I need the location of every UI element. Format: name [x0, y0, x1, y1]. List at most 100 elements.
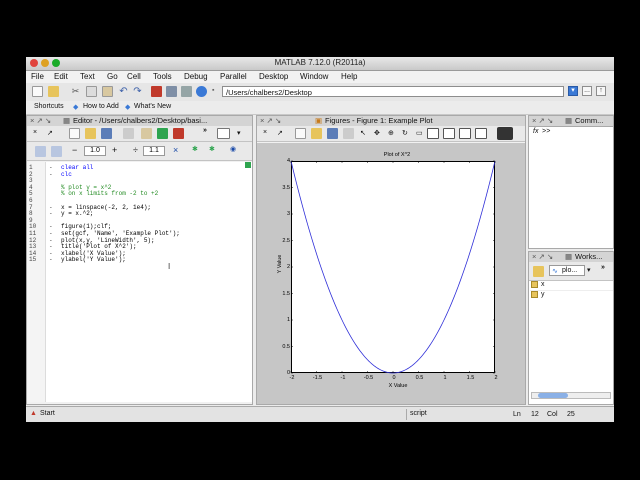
menu-edit[interactable]: Edit: [54, 72, 68, 81]
workspace-title: Works...: [575, 252, 603, 261]
plot-selector-dropdown-icon[interactable]: ▾: [587, 266, 591, 274]
line-number-15[interactable]: 15: [29, 256, 45, 263]
save-figure-icon[interactable]: [327, 128, 338, 139]
code-status-indicator: [245, 162, 251, 168]
folder-dropdown-button[interactable]: ▾: [568, 86, 578, 96]
cell-divide-button[interactable]: ÷: [133, 145, 138, 155]
title-bar: MATLAB 7.12.0 (R2011a): [26, 57, 614, 71]
workspace-row-x[interactable]: x: [530, 281, 613, 291]
pointer-icon[interactable]: ↖: [360, 129, 366, 137]
y-axis-label: Y Value: [277, 254, 283, 274]
breakpoint-marker[interactable]: -: [49, 171, 53, 178]
menu-file[interactable]: File: [31, 72, 44, 81]
cut-icon[interactable]: ✂: [70, 86, 81, 97]
command-prompt[interactable]: >>: [542, 128, 550, 136]
code-line[interactable]: y = x.^2;: [61, 210, 93, 217]
cell-value2-input[interactable]: 1.1: [143, 146, 165, 156]
tile-layout-1-icon[interactable]: [427, 128, 439, 139]
workspace-scroll-thumb[interactable]: [538, 393, 568, 398]
figure-panel-controls-icon[interactable]: × ↗ ↘: [260, 116, 281, 126]
browse-folder-button[interactable]: ...: [582, 86, 592, 96]
workspace-scrollbar[interactable]: [531, 392, 611, 399]
menu-desktop[interactable]: Desktop: [259, 72, 288, 81]
command-panel-controls-icon[interactable]: × ↗ ↘: [532, 116, 553, 126]
code-line[interactable]: % on x limits from -2 to +2: [61, 190, 158, 197]
stack-dropdown-icon[interactable]: ▾: [237, 129, 241, 137]
breakpoint-marker[interactable]: -: [49, 256, 53, 263]
breakpoint-marker[interactable]: -: [49, 210, 53, 217]
panel-controls-icon[interactable]: × ↗ ↘: [30, 116, 51, 126]
menu-tools[interactable]: Tools: [153, 72, 172, 81]
menu-help[interactable]: Help: [341, 72, 357, 81]
workspace-icon: ▦: [565, 252, 573, 261]
profiler-icon[interactable]: [181, 86, 192, 97]
stack-select[interactable]: [217, 128, 230, 139]
menu-go[interactable]: Go: [107, 72, 118, 81]
fx-icon[interactable]: fx: [533, 128, 538, 135]
undo-icon[interactable]: ↶: [118, 86, 129, 97]
start-button[interactable]: Start: [40, 410, 55, 417]
close-figure-icon[interactable]: ×: [263, 129, 267, 136]
undock-figure-icon[interactable]: ↗: [277, 129, 283, 137]
zoom-icon[interactable]: ⊕: [388, 129, 394, 137]
current-folder-input[interactable]: /Users/chalbers2/Desktop: [222, 86, 564, 97]
maximize-figure-icon[interactable]: [497, 127, 513, 140]
close-editor-icon[interactable]: ×: [33, 129, 37, 136]
whats-new-icon: ◆: [125, 104, 131, 111]
pan-icon[interactable]: ✥: [374, 129, 380, 137]
code-area[interactable]: 1- clear all 2- clc 3 4% plot y = x^2 5% on x …: [27, 162, 252, 402]
shortcuts-label[interactable]: Shortcuts: [34, 103, 64, 110]
plot-axes[interactable]: -2 -1.5 -1 -0.5 0 0.5 1 1.5 2 0 0.5 1 1.5 2 2.5 3 3.5 4: [282, 158, 497, 381]
save-icon[interactable]: [101, 128, 112, 139]
plot-selector[interactable]: ∿ plo...: [549, 265, 585, 276]
copy-icon[interactable]: [86, 86, 97, 97]
cell-mode-icon[interactable]: [35, 146, 46, 157]
x-tick-label: 1.5: [466, 375, 475, 381]
cell-help-icon[interactable]: ◉: [230, 145, 236, 153]
help-icon[interactable]: [196, 86, 207, 97]
workspace-more-icon[interactable]: »: [601, 264, 605, 271]
menu-parallel[interactable]: Parallel: [220, 72, 247, 81]
cell-value1-input[interactable]: 1.0: [84, 146, 106, 156]
tile-layout-3-icon[interactable]: [459, 128, 471, 139]
undock-icon[interactable]: ↗: [47, 129, 53, 137]
more-tools-icon[interactable]: »: [203, 127, 207, 134]
breakpoint-icon[interactable]: [173, 128, 184, 139]
menu-text[interactable]: Text: [80, 72, 95, 81]
print-figure-icon[interactable]: [343, 128, 354, 139]
guide-icon[interactable]: [166, 86, 177, 97]
find-icon[interactable]: [141, 128, 152, 139]
menu-debug[interactable]: Debug: [184, 72, 208, 81]
menu-cell[interactable]: Cell: [127, 72, 141, 81]
how-to-add-link[interactable]: How to Add: [83, 103, 119, 110]
open-folder-icon[interactable]: [48, 86, 59, 97]
new-figure-icon[interactable]: [295, 128, 306, 139]
new-variable-icon[interactable]: [533, 266, 544, 277]
code-line[interactable]: clc: [61, 171, 72, 178]
tile-layout-4-icon[interactable]: [475, 128, 487, 139]
workspace-row-y[interactable]: y: [530, 291, 613, 300]
up-folder-button[interactable]: ↑: [596, 86, 606, 96]
print-icon[interactable]: [123, 128, 134, 139]
whats-new-link[interactable]: What's New: [134, 103, 171, 110]
cell-action1-icon[interactable]: ✱: [192, 145, 198, 153]
new-file-icon[interactable]: [32, 86, 43, 97]
cell-decrement-button[interactable]: −: [72, 145, 77, 155]
run-icon[interactable]: [157, 128, 168, 139]
workspace-panel-controls-icon[interactable]: × ↗ ↘: [532, 252, 553, 262]
redo-icon[interactable]: ↷: [132, 86, 143, 97]
cell-increment-button[interactable]: +: [112, 145, 117, 155]
cell-multiply-button[interactable]: ×: [173, 145, 178, 155]
paste-icon[interactable]: [102, 86, 113, 97]
dock-icon[interactable]: ▭: [416, 129, 423, 137]
open-file-icon[interactable]: [85, 128, 96, 139]
new-script-icon[interactable]: [69, 128, 80, 139]
rotate-icon[interactable]: ↻: [402, 129, 408, 137]
open-figure-icon[interactable]: [311, 128, 322, 139]
tile-layout-2-icon[interactable]: [443, 128, 455, 139]
eval-cell-icon[interactable]: [51, 146, 62, 157]
menu-window[interactable]: Window: [300, 72, 328, 81]
cell-action2-icon[interactable]: ✱: [209, 145, 215, 153]
code-line[interactable]: ylabel('Y Value');: [61, 256, 126, 263]
simulink-icon[interactable]: [151, 86, 162, 97]
